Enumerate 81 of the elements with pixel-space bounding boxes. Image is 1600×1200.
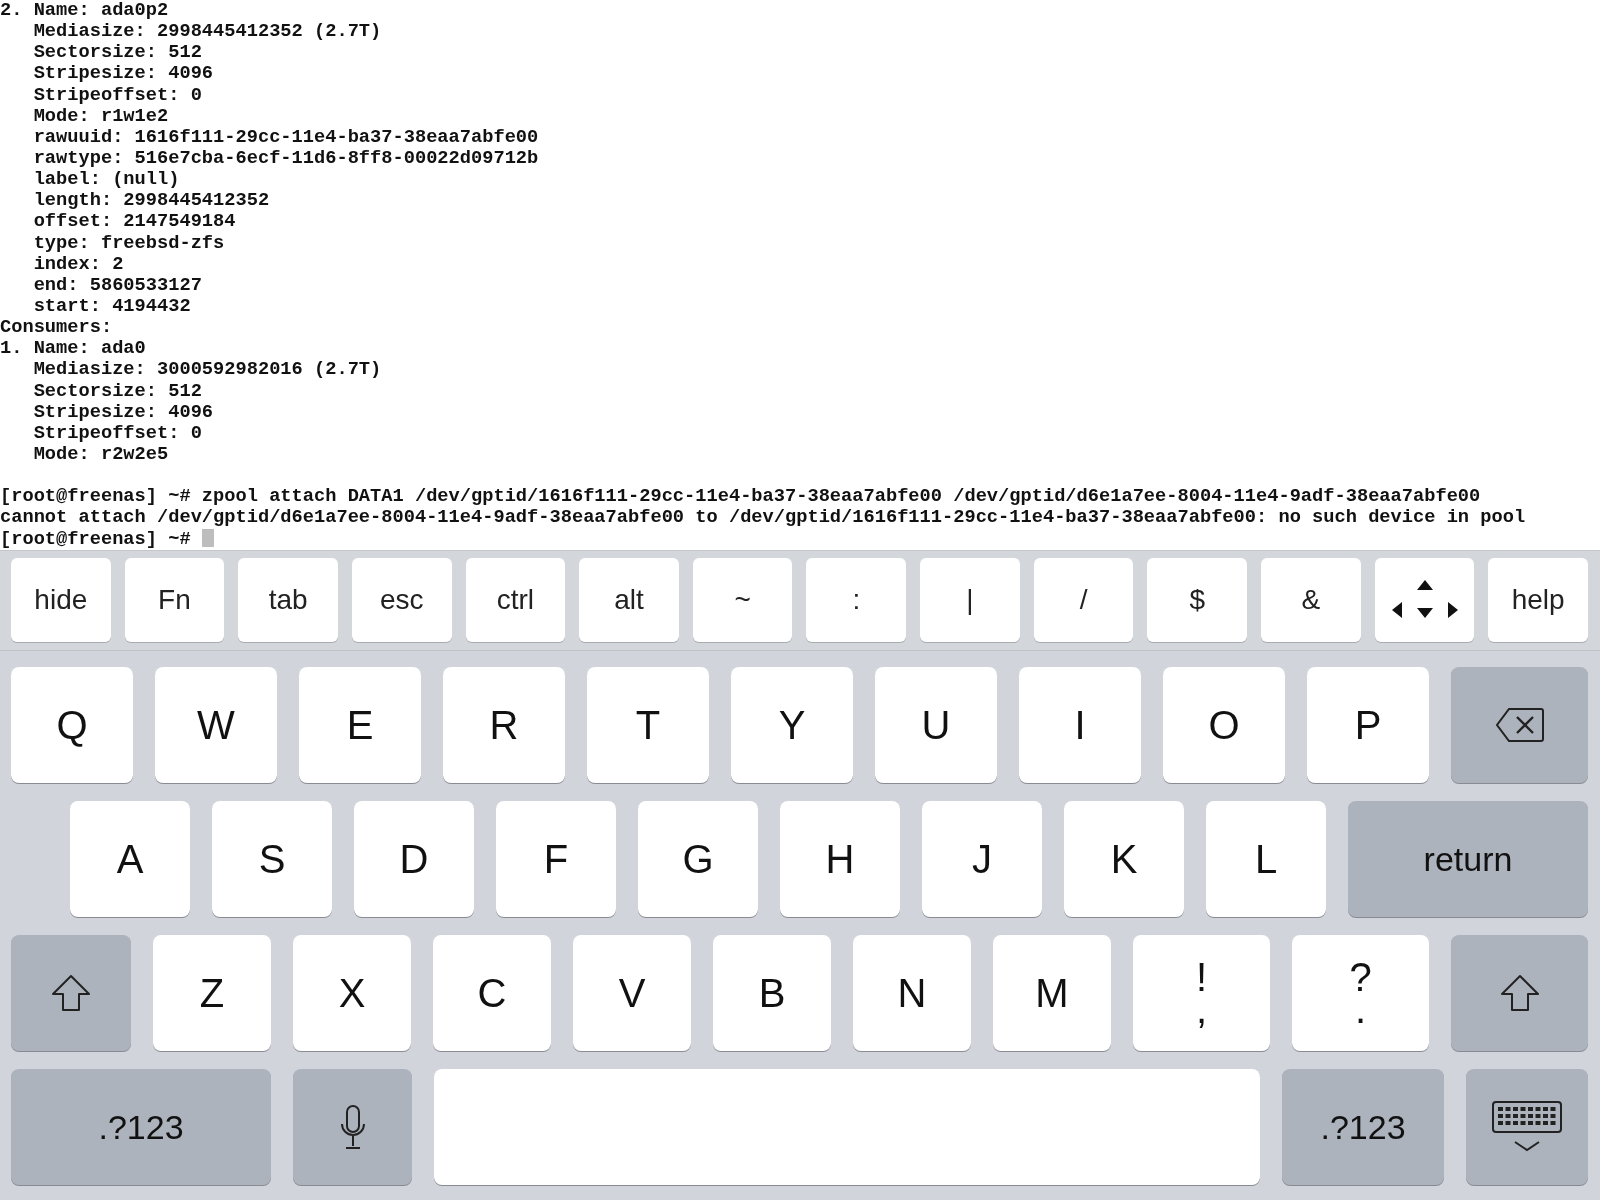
accessory-key[interactable]: alt [579,558,679,642]
accessory-key[interactable]: esc [351,558,452,642]
dictation-key[interactable] [293,1069,412,1185]
accessory-key[interactable]: | [920,558,1020,642]
shift-key[interactable] [1451,935,1588,1051]
numbers-mode-key[interactable]: .?123 [11,1069,271,1185]
shift-key[interactable] [11,935,131,1051]
terminal-line: Sectorsize: 512 [32,380,203,402]
letter-key[interactable]: X [293,935,411,1051]
terminal-line: Stripeoffset: 0 [32,84,203,106]
letter-key[interactable]: B [713,935,831,1051]
numbers-mode-key[interactable]: .?123 [1282,1069,1444,1185]
accessory-key[interactable]: help [1488,558,1588,642]
shift-arrow-icon [1499,974,1540,1012]
terminal-line: start: 4194432 [32,295,192,318]
accessory-key[interactable]: hide [11,558,111,642]
letter-key[interactable]: Q [11,667,133,783]
terminal-line: Mediasize: 2998445412352 (2.7T) [32,21,383,43]
terminal-line: Sectorsize: 512 [32,42,203,64]
letter-key[interactable]: H [780,801,900,917]
letter-key[interactable]: A [70,801,190,917]
terminal-line: [root@freenas] ~# [0,528,1600,550]
letter-key[interactable]: C [433,935,551,1051]
letter-key[interactable]: L [1206,801,1326,917]
backspace-key[interactable] [1451,667,1588,783]
terminal-line: type: freebsd-zfs [32,232,226,254]
letter-key[interactable]: V [573,935,691,1051]
letter-key[interactable]: N [853,935,971,1051]
terminal-line: Stripeoffset: 0 [32,422,203,444]
keyboard-dismiss-icon [1491,1100,1563,1154]
terminal-line: [root@freenas] ~# zpool attach DATA1 /dev/gptid/1616f111-29cc-11e4-ba37-38eaa7abfe00 /dev/gptid/d6e1a7ee-8004-11e4-9adf-38eaa7abfe00 [0,486,1482,508]
letter-key[interactable]: O [1163,667,1285,783]
terminal-line: end: 5860533127 [32,274,203,296]
letter-key[interactable]: K [1064,801,1184,917]
letter-key[interactable]: R [443,667,565,783]
accessory-key[interactable]: ~ [692,558,793,642]
letter-key[interactable]: S [212,801,332,917]
accessory-key[interactable]: : [806,558,907,642]
letter-key[interactable]: F [496,801,616,917]
terminal-line: Mode: r1w1e2 [32,105,170,127]
accessory-key[interactable]: & [1261,558,1361,642]
terminal-line: offset: 2147549184 [32,211,237,233]
terminal-line: 2. Name: ada0p2 [0,0,170,22]
letter-key[interactable]: M [993,935,1111,1051]
space-bar[interactable] [434,1069,1260,1185]
accessory-key[interactable]: ctrl [465,558,566,642]
shift-arrow-icon [51,974,91,1012]
letter-key[interactable]: I [1019,667,1141,783]
terminal-line: length: 2998445412352 [32,190,271,212]
backspace-icon [1494,707,1545,743]
accessory-key[interactable]: / [1033,558,1134,642]
terminal-line: Stripesize: 4096 [32,63,215,85]
terminal-line: Consumers: [0,317,114,339]
punctuation-key[interactable]: ! , [1133,935,1270,1051]
terminal-line: 1. Name: ada0 [0,338,147,360]
arrow-keys[interactable] [1374,558,1475,642]
terminal-line: Mediasize: 3000592982016 (2.7T) [32,359,383,381]
terminal-line: label: (null) [32,169,181,191]
terminal-line: index: 2 [32,253,125,275]
letter-key[interactable]: G [638,801,758,917]
accessory-key[interactable]: tab [238,558,338,642]
terminal-line: rawtype: 516e7cba-6ecf-11d6-8ff8-00022d09712b [32,148,540,170]
letter-key[interactable]: P [1307,667,1429,783]
return-key[interactable]: return [1348,801,1588,917]
letter-key[interactable]: U [875,667,997,783]
letter-key[interactable]: E [299,667,421,783]
terminal-line: rawuuid: 1616f111-29cc-11e4-ba37-38eaa7abfe00 [32,126,540,148]
accessory-key[interactable]: $ [1147,558,1248,642]
letter-key[interactable]: W [155,667,277,783]
accessory-key[interactable]: Fn [124,558,225,642]
terminal-line: Stripesize: 4096 [32,401,215,423]
letter-key[interactable]: T [587,667,709,783]
punctuation-key[interactable]: ? . [1292,935,1429,1051]
terminal-line: Mode: r2w2e5 [32,443,170,466]
letter-key[interactable]: D [354,801,474,917]
letter-key[interactable]: J [922,801,1042,917]
terminal-line: cannot attach /dev/gptid/d6e1a7ee-8004-11e4-9adf-38eaa7abfe00 to /dev/gptid/1616f111-29cc-11e4-ba37-38eaa7abfe00: no such device in pool [0,507,1527,529]
microphone-icon [338,1104,367,1150]
letter-key[interactable]: Z [153,935,271,1051]
hide-keyboard-key[interactable] [1466,1069,1588,1185]
letter-key[interactable]: Y [731,667,853,783]
